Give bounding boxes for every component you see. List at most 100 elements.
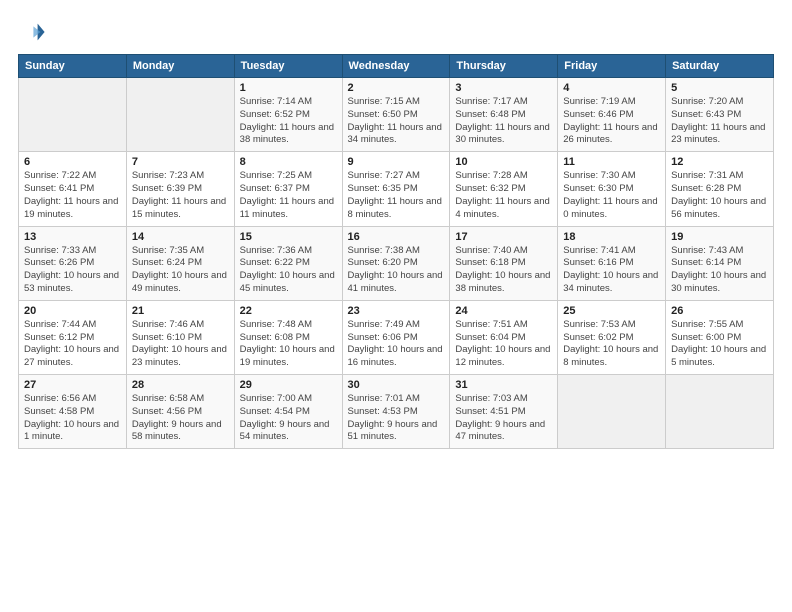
calendar-cell: 11 Sunrise: 7:30 AM Sunset: 6:30 PM Dayli… — [558, 152, 666, 226]
day-number: 22 — [240, 305, 337, 317]
day-info: Sunrise: 7:33 AM Sunset: 6:26 PM Dayligh… — [24, 245, 121, 296]
calendar-cell: 15 Sunrise: 7:36 AM Sunset: 6:22 PM Dayli… — [234, 226, 342, 300]
day-number: 26 — [671, 305, 768, 317]
day-number: 12 — [671, 156, 768, 168]
logo — [18, 18, 50, 46]
calendar-week-row: 27 Sunrise: 6:56 AM Sunset: 4:58 PM Dayli… — [19, 375, 774, 449]
calendar-cell: 13Sunrise: 7:33 AM Sunset: 6:26 PM Dayli… — [19, 226, 127, 300]
day-info: Sunrise: 7:40 AM Sunset: 6:18 PM Dayligh… — [455, 245, 552, 296]
calendar-cell: 8 Sunrise: 7:25 AM Sunset: 6:37 PM Daylig… — [234, 152, 342, 226]
day-info: Sunrise: 7:15 AM Sunset: 6:50 PM Dayligh… — [348, 96, 445, 147]
day-info: Sunrise: 7:28 AM Sunset: 6:32 PM Dayligh… — [455, 170, 552, 221]
calendar-cell: 24 Sunrise: 7:51 AM Sunset: 6:04 PM Dayli… — [450, 300, 558, 374]
calendar-cell: 6Sunrise: 7:22 AM Sunset: 6:41 PM Daylig… — [19, 152, 127, 226]
day-info: Sunrise: 7:46 AM Sunset: 6:10 PM Dayligh… — [132, 319, 229, 370]
calendar-cell: 9Sunrise: 7:27 AM Sunset: 6:35 PM Daylig… — [342, 152, 450, 226]
calendar-cell: 2 Sunrise: 7:15 AM Sunset: 6:50 PM Daylig… — [342, 78, 450, 152]
day-number: 17 — [455, 231, 552, 243]
header-day: Wednesday — [342, 55, 450, 78]
day-number: 1 — [240, 82, 337, 94]
calendar-body: 1 Sunrise: 7:14 AM Sunset: 6:52 PM Daylig… — [19, 78, 774, 449]
header-day: Thursday — [450, 55, 558, 78]
day-info: Sunrise: 7:44 AM Sunset: 6:12 PM Dayligh… — [24, 319, 121, 370]
day-number: 16 — [348, 231, 445, 243]
calendar-cell: 19 Sunrise: 7:43 AM Sunset: 6:14 PM Dayli… — [666, 226, 774, 300]
calendar-cell: 3 Sunrise: 7:17 AM Sunset: 6:48 PM Daylig… — [450, 78, 558, 152]
day-number: 2 — [348, 82, 445, 94]
calendar-cell: 21 Sunrise: 7:46 AM Sunset: 6:10 PM Dayli… — [126, 300, 234, 374]
day-number: 27 — [24, 379, 121, 391]
day-info: Sunrise: 7:49 AM Sunset: 6:06 PM Dayligh… — [348, 319, 445, 370]
day-info: Sunrise: 7:41 AM Sunset: 6:16 PM Dayligh… — [563, 245, 660, 296]
day-info: Sunrise: 7:36 AM Sunset: 6:22 PM Dayligh… — [240, 245, 337, 296]
day-number: 23 — [348, 305, 445, 317]
day-info: Sunrise: 7:30 AM Sunset: 6:30 PM Dayligh… — [563, 170, 660, 221]
day-number: 29 — [240, 379, 337, 391]
day-info: Sunrise: 7:17 AM Sunset: 6:48 PM Dayligh… — [455, 96, 552, 147]
day-info: Sunrise: 7:31 AM Sunset: 6:28 PM Dayligh… — [671, 170, 768, 221]
calendar-cell: 28Sunrise: 6:58 AM Sunset: 4:56 PM Dayli… — [126, 375, 234, 449]
day-number: 8 — [240, 156, 337, 168]
day-info: Sunrise: 7:38 AM Sunset: 6:20 PM Dayligh… — [348, 245, 445, 296]
calendar-cell: 22Sunrise: 7:48 AM Sunset: 6:08 PM Dayli… — [234, 300, 342, 374]
calendar-week-row: 13Sunrise: 7:33 AM Sunset: 6:26 PM Dayli… — [19, 226, 774, 300]
day-info: Sunrise: 7:51 AM Sunset: 6:04 PM Dayligh… — [455, 319, 552, 370]
calendar-cell: 5Sunrise: 7:20 AM Sunset: 6:43 PM Daylig… — [666, 78, 774, 152]
page: SundayMondayTuesdayWednesdayThursdayFrid… — [0, 0, 792, 612]
calendar-cell: 7Sunrise: 7:23 AM Sunset: 6:39 PM Daylig… — [126, 152, 234, 226]
calendar-cell — [666, 375, 774, 449]
day-number: 15 — [240, 231, 337, 243]
calendar-cell: 18 Sunrise: 7:41 AM Sunset: 6:16 PM Dayli… — [558, 226, 666, 300]
day-number: 19 — [671, 231, 768, 243]
day-number: 3 — [455, 82, 552, 94]
day-info: Sunrise: 7:53 AM Sunset: 6:02 PM Dayligh… — [563, 319, 660, 370]
day-number: 30 — [348, 379, 445, 391]
calendar-cell: 27 Sunrise: 6:56 AM Sunset: 4:58 PM Dayli… — [19, 375, 127, 449]
header-day: Sunday — [19, 55, 127, 78]
header — [18, 18, 774, 46]
calendar-cell: 14Sunrise: 7:35 AM Sunset: 6:24 PM Dayli… — [126, 226, 234, 300]
day-info: Sunrise: 7:25 AM Sunset: 6:37 PM Dayligh… — [240, 170, 337, 221]
day-number: 18 — [563, 231, 660, 243]
calendar-cell: 23 Sunrise: 7:49 AM Sunset: 6:06 PM Dayli… — [342, 300, 450, 374]
day-number: 11 — [563, 156, 660, 168]
calendar-cell: 25 Sunrise: 7:53 AM Sunset: 6:02 PM Dayli… — [558, 300, 666, 374]
calendar-cell: 10 Sunrise: 7:28 AM Sunset: 6:32 PM Dayli… — [450, 152, 558, 226]
day-number: 10 — [455, 156, 552, 168]
header-day: Monday — [126, 55, 234, 78]
day-info: Sunrise: 6:58 AM Sunset: 4:56 PM Dayligh… — [132, 393, 229, 444]
calendar-cell: 16 Sunrise: 7:38 AM Sunset: 6:20 PM Dayli… — [342, 226, 450, 300]
calendar-week-row: 20 Sunrise: 7:44 AM Sunset: 6:12 PM Dayli… — [19, 300, 774, 374]
day-number: 5 — [671, 82, 768, 94]
calendar-header: SundayMondayTuesdayWednesdayThursdayFrid… — [19, 55, 774, 78]
calendar-cell: 4Sunrise: 7:19 AM Sunset: 6:46 PM Daylig… — [558, 78, 666, 152]
day-info: Sunrise: 7:43 AM Sunset: 6:14 PM Dayligh… — [671, 245, 768, 296]
day-info: Sunrise: 7:27 AM Sunset: 6:35 PM Dayligh… — [348, 170, 445, 221]
day-number: 25 — [563, 305, 660, 317]
day-info: Sunrise: 7:14 AM Sunset: 6:52 PM Dayligh… — [240, 96, 337, 147]
header-row: SundayMondayTuesdayWednesdayThursdayFrid… — [19, 55, 774, 78]
day-number: 21 — [132, 305, 229, 317]
day-number: 7 — [132, 156, 229, 168]
header-day: Friday — [558, 55, 666, 78]
logo-icon — [18, 18, 46, 46]
day-number: 14 — [132, 231, 229, 243]
calendar-cell: 26Sunrise: 7:55 AM Sunset: 6:00 PM Dayli… — [666, 300, 774, 374]
day-info: Sunrise: 6:56 AM Sunset: 4:58 PM Dayligh… — [24, 393, 121, 444]
calendar-cell: 20 Sunrise: 7:44 AM Sunset: 6:12 PM Dayli… — [19, 300, 127, 374]
calendar-week-row: 6Sunrise: 7:22 AM Sunset: 6:41 PM Daylig… — [19, 152, 774, 226]
day-number: 24 — [455, 305, 552, 317]
day-number: 31 — [455, 379, 552, 391]
calendar-cell: 1 Sunrise: 7:14 AM Sunset: 6:52 PM Daylig… — [234, 78, 342, 152]
calendar-cell — [558, 375, 666, 449]
calendar-cell — [19, 78, 127, 152]
calendar-cell — [126, 78, 234, 152]
header-day: Saturday — [666, 55, 774, 78]
day-info: Sunrise: 7:00 AM Sunset: 4:54 PM Dayligh… — [240, 393, 337, 444]
day-info: Sunrise: 7:03 AM Sunset: 4:51 PM Dayligh… — [455, 393, 552, 444]
day-info: Sunrise: 7:01 AM Sunset: 4:53 PM Dayligh… — [348, 393, 445, 444]
day-info: Sunrise: 7:19 AM Sunset: 6:46 PM Dayligh… — [563, 96, 660, 147]
calendar-week-row: 1 Sunrise: 7:14 AM Sunset: 6:52 PM Daylig… — [19, 78, 774, 152]
calendar-cell: 29 Sunrise: 7:00 AM Sunset: 4:54 PM Dayli… — [234, 375, 342, 449]
day-number: 20 — [24, 305, 121, 317]
